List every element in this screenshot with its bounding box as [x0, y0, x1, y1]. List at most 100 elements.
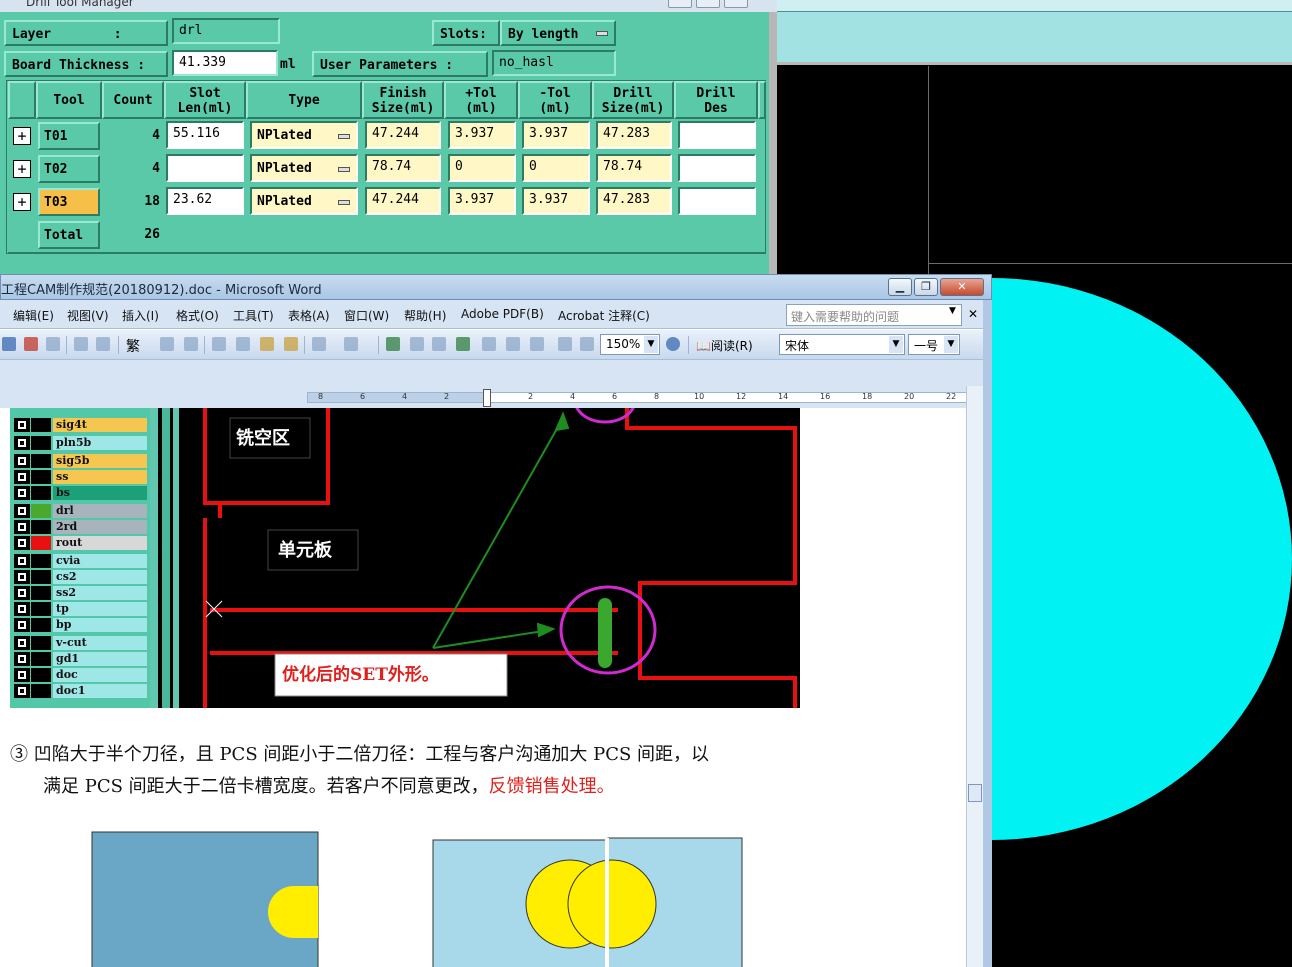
horizontal-ruler[interactable]: 8 6 4 2 2 4 6 8 10 12 14 16 18 20 22 [0, 386, 967, 408]
menu-adobe-pdf[interactable]: Adobe PDF(B) [461, 307, 544, 321]
help-dropdown-icon[interactable]: ▼ [949, 306, 956, 316]
layer-row-cvia[interactable]: cvia [14, 554, 151, 568]
layer-row-doc[interactable]: doc [14, 668, 151, 682]
type-t01-dropdown[interactable]: NPlated [250, 121, 358, 149]
show-hide-icon[interactable] [558, 337, 572, 351]
tool-t02-button[interactable]: T02 [38, 155, 100, 183]
layer-row-pln5b[interactable]: pln5b [14, 436, 151, 450]
word-close-button[interactable]: ✕ [940, 278, 984, 296]
layer-checkbox[interactable] [14, 602, 30, 616]
drill-des-t01-input[interactable] [678, 121, 756, 149]
cut-icon[interactable] [212, 337, 226, 351]
type-t03-dropdown[interactable]: NPlated [250, 187, 358, 215]
layer-checkbox[interactable] [14, 636, 30, 650]
layer-row-ss2[interactable]: ss2 [14, 586, 151, 600]
close-document-icon[interactable]: ✕ [968, 307, 978, 321]
font-size-dropdown[interactable]: 一号 ▼ [908, 334, 960, 355]
menu-edit[interactable]: 编辑(E) [13, 307, 54, 324]
paragraph-mark-icon[interactable] [580, 337, 594, 351]
slot-len-t01-input[interactable]: 55.116 [166, 121, 244, 149]
drill-size-t01-input[interactable]: 47.283 [596, 121, 672, 149]
layer-checkbox[interactable] [14, 486, 30, 500]
user-parameters-field[interactable]: no_hasl [492, 50, 616, 76]
minimize-button[interactable] [668, 0, 692, 8]
drill-size-t02-input[interactable]: 78.74 [596, 154, 672, 182]
document-map-icon[interactable] [530, 337, 544, 351]
help-search-input[interactable]: 键入需要帮助的问题 [786, 304, 962, 326]
layer-checkbox[interactable] [14, 586, 30, 600]
layer-row-drl[interactable]: drl [14, 504, 151, 518]
layer-field[interactable]: drl [172, 18, 280, 44]
layer-row-doc1[interactable]: doc1 [14, 684, 151, 698]
read-mode-button[interactable]: 📖阅读(R) [696, 337, 753, 354]
minus-tol-t01-input[interactable]: 3.937 [522, 121, 590, 149]
zoom-dropdown[interactable]: 150% ▼ [600, 334, 660, 355]
close-button[interactable] [724, 0, 748, 8]
layer-checkbox[interactable] [14, 504, 30, 518]
hyperlink-icon[interactable] [386, 337, 400, 351]
word-restore-button[interactable]: ❐ [914, 278, 938, 296]
layer-checkbox[interactable] [14, 536, 30, 550]
menu-insert[interactable]: 插入(I) [122, 307, 159, 324]
layer-checkbox[interactable] [14, 554, 30, 568]
font-name-dropdown[interactable]: 宋体 ▼ [779, 334, 905, 355]
expand-row-t03-icon[interactable]: + [13, 193, 31, 211]
menu-tools[interactable]: 工具(T) [233, 307, 274, 324]
columns-icon[interactable] [482, 337, 496, 351]
expand-row-t01-icon[interactable]: + [13, 127, 31, 145]
layer-checkbox[interactable] [14, 436, 30, 450]
layer-checkbox[interactable] [14, 570, 30, 584]
menu-view[interactable]: 视图(V) [67, 307, 109, 324]
plus-tol-t02-input[interactable]: 0 [448, 154, 516, 182]
layer-row-sig5b[interactable]: sig5b [14, 454, 151, 468]
scrollbar-thumb[interactable] [968, 784, 982, 802]
research-icon[interactable] [184, 337, 198, 351]
finish-size-t01-input[interactable]: 47.244 [365, 121, 441, 149]
layer-checkbox[interactable] [14, 618, 30, 632]
layer-row-2rd[interactable]: 2rd [14, 520, 151, 534]
layer-row-cs2[interactable]: cs2 [14, 570, 151, 584]
menu-help[interactable]: 帮助(H) [404, 307, 446, 324]
copy-icon[interactable] [236, 337, 250, 351]
save-icon[interactable] [2, 337, 16, 351]
expand-row-t02-icon[interactable]: + [13, 160, 31, 178]
board-thickness-field[interactable]: 41.339 [172, 50, 278, 76]
menu-table[interactable]: 表格(A) [288, 307, 330, 324]
insert-excel-icon[interactable] [456, 337, 470, 351]
layer-row-tp[interactable]: tp [14, 602, 151, 616]
drill-size-t03-input[interactable]: 47.283 [596, 187, 672, 215]
layer-row-rout[interactable]: rout [14, 536, 151, 550]
vertical-scrollbar[interactable] [966, 386, 983, 967]
menu-acrobat-comments[interactable]: Acrobat 注释(C) [558, 307, 650, 324]
drill-des-t02-input[interactable] [678, 154, 756, 182]
slot-len-t02-input[interactable] [166, 154, 244, 182]
layer-row-ss[interactable]: ss [14, 470, 151, 484]
print-icon[interactable] [74, 337, 88, 351]
insert-table-icon[interactable] [432, 337, 446, 351]
slots-dropdown[interactable]: By length [500, 20, 616, 46]
help-icon[interactable] [666, 337, 680, 351]
plus-tol-t01-input[interactable]: 3.937 [448, 121, 516, 149]
layer-row-sig4t[interactable]: sig4t [14, 418, 151, 432]
layer-checkbox[interactable] [14, 454, 30, 468]
menu-window[interactable]: 窗口(W) [344, 307, 389, 324]
plus-tol-t03-input[interactable]: 3.937 [448, 187, 516, 215]
word-minimize-button[interactable]: ▁ [888, 278, 912, 296]
type-t02-dropdown[interactable]: NPlated [250, 154, 358, 182]
minus-tol-t03-input[interactable]: 3.937 [522, 187, 590, 215]
layer-row-bs[interactable]: bs [14, 486, 151, 500]
layer-checkbox[interactable] [14, 668, 30, 682]
tool-t03-button[interactable]: T03 [38, 188, 100, 216]
format-painter-icon[interactable] [284, 337, 298, 351]
layer-row-gd1[interactable]: gd1 [14, 652, 151, 666]
layer-checkbox[interactable] [14, 470, 30, 484]
print-preview-icon[interactable] [96, 337, 110, 351]
slot-len-t03-input[interactable]: 23.62 [166, 187, 244, 215]
finish-size-t03-input[interactable]: 47.244 [365, 187, 441, 215]
menu-format[interactable]: 格式(O) [176, 307, 219, 324]
layer-row-bp[interactable]: bp [14, 618, 151, 632]
spelling-icon[interactable] [160, 337, 174, 351]
permission-icon[interactable] [46, 337, 60, 351]
layer-checkbox[interactable] [14, 684, 30, 698]
indent-marker[interactable] [483, 389, 491, 407]
